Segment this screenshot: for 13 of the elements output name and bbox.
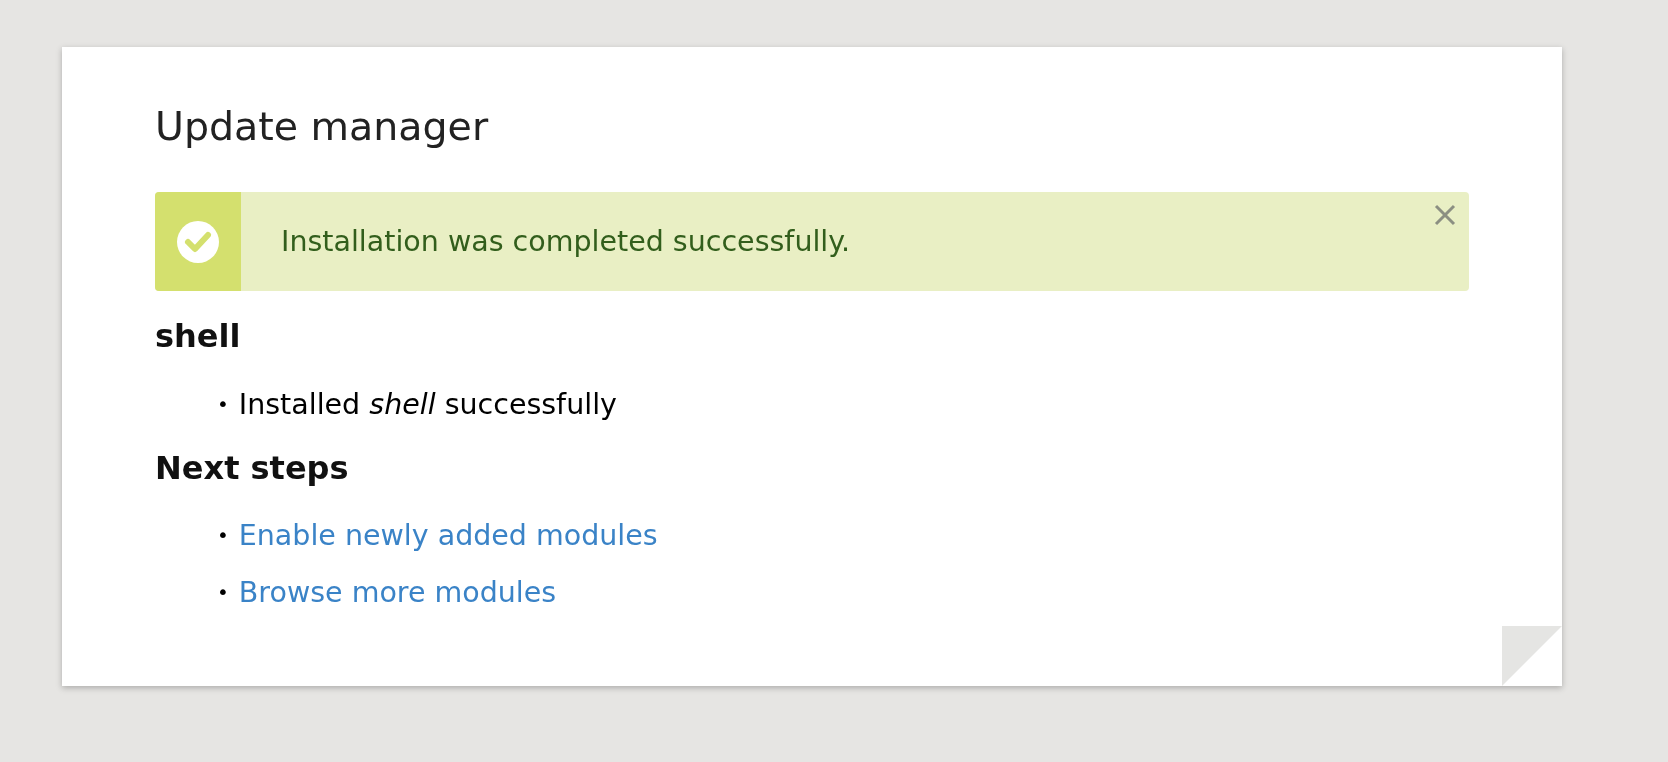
section-heading: shell bbox=[155, 317, 242, 356]
bullet: • bbox=[217, 390, 229, 418]
bullet: • bbox=[217, 522, 229, 550]
message-text: Installation was completed successfully. bbox=[280, 224, 851, 261]
link[interactable]: Enable newly added modules bbox=[238, 517, 658, 555]
page-title: Update manager bbox=[155, 103, 490, 151]
check-circle-icon bbox=[176, 219, 220, 264]
list-item-text: Installed shell successfully bbox=[238, 386, 617, 423]
bullet: • bbox=[217, 579, 229, 607]
folded-corner-icon bbox=[1502, 626, 1562, 686]
close-icon[interactable] bbox=[1433, 203, 1457, 228]
link[interactable]: Browse more modules bbox=[238, 574, 557, 612]
section-heading: Next steps bbox=[155, 448, 350, 488]
